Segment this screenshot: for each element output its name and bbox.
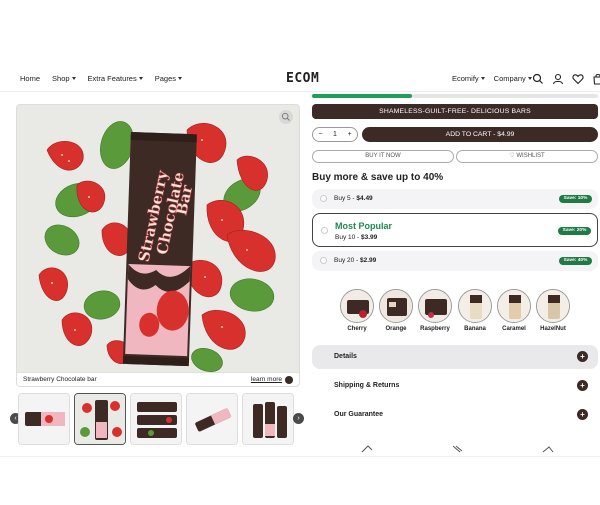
plus-icon: + (577, 409, 588, 420)
image-caption-bar: Strawberry Chocolate bar learn more (17, 372, 299, 386)
site-header: Home Shop Extra Features Pages ECOM Ecom… (0, 68, 600, 92)
secondary-nav: Ecomify Company (452, 74, 532, 83)
promo-banner: SHAMELESS-GUILT-FREE- DELICIOUS BARS (312, 104, 598, 119)
offer-buy-5[interactable]: Buy 5 - $4.49 Save: 10% (312, 189, 598, 209)
caret-down-icon (178, 77, 183, 80)
flavor-hazelnut[interactable]: HazelNut (533, 289, 573, 332)
flavor-thumbnail (418, 289, 452, 323)
caret-down-icon (138, 77, 143, 80)
quantity-stepper[interactable]: − 1 + (312, 127, 358, 142)
accordion-guarantee[interactable]: Our Guarantee + (312, 403, 598, 427)
thumbnail-5[interactable] (242, 393, 294, 445)
thumbnail-2[interactable] (74, 393, 126, 445)
thumbnail-4[interactable] (186, 393, 238, 445)
bundle-heading: Buy more & save up to 40% (312, 172, 444, 183)
flavor-thumbnail (536, 289, 570, 323)
thumbnail-strip: ‹ › (10, 393, 306, 447)
progress-bar (312, 94, 598, 98)
caret-down-icon (480, 77, 485, 80)
plus-icon: + (577, 351, 588, 362)
add-to-cart-button[interactable]: ADD TO CART - $4.99 (362, 127, 598, 142)
buy-now-button[interactable]: BUY IT NOW (312, 150, 454, 163)
image-caption: Strawberry Chocolate bar (23, 376, 97, 383)
heart-icon[interactable] (572, 72, 584, 85)
nav-home[interactable]: Home (20, 74, 40, 83)
account-icon[interactable] (552, 72, 564, 85)
offer-radio[interactable] (321, 227, 328, 234)
caret-down-icon (71, 77, 76, 80)
product-main-image[interactable]: Strawberry Chocolate Bar Strawberry Choc… (16, 104, 300, 387)
nav-company[interactable]: Company (494, 74, 532, 83)
offer-label: Buy 20 - $2.99 (334, 257, 377, 264)
badge-icon (361, 445, 373, 453)
plus-icon: + (577, 380, 588, 391)
arrow-right-icon (285, 375, 293, 384)
save-badge: Save: 40% (559, 257, 592, 265)
offer-buy-20[interactable]: Buy 20 - $2.99 Save: 40% (312, 251, 598, 271)
search-icon[interactable] (532, 72, 544, 84)
quantity-decrease-button[interactable]: − (318, 131, 322, 138)
next-arrow-icon[interactable]: › (293, 413, 304, 424)
offer-label: Buy 10 - $3.99 (335, 234, 378, 241)
quantity-value[interactable]: 1 (333, 131, 337, 138)
badge-icon (452, 445, 463, 453)
save-badge: Save: 20% (558, 227, 591, 235)
flavor-banana[interactable]: Banana (455, 289, 495, 332)
most-popular-label: Most Popular (335, 221, 393, 231)
main-nav: Home Shop Extra Features Pages (20, 74, 183, 83)
offer-radio[interactable] (320, 195, 327, 202)
progress-fill (312, 94, 413, 98)
learn-more-link[interactable]: learn more (251, 375, 293, 384)
zoom-icon[interactable] (279, 110, 293, 124)
nav-shop[interactable]: Shop (52, 74, 76, 83)
flavor-thumbnail (458, 289, 492, 323)
badge-icon (542, 446, 554, 453)
offer-buy-10[interactable]: Most Popular Buy 10 - $3.99 Save: 20% (312, 213, 598, 247)
wishlist-button[interactable]: ♡ WISHLIST (456, 150, 598, 163)
product-photo: Strawberry Chocolate Bar (38, 121, 276, 372)
accordion-shipping-returns[interactable]: Shipping & Returns + (312, 374, 598, 398)
nav-ecomify[interactable]: Ecomify (452, 74, 485, 83)
thumbnail-1[interactable] (18, 393, 70, 445)
flavor-thumbnail (340, 289, 374, 323)
nav-extra-features[interactable]: Extra Features (88, 74, 143, 83)
flavor-caramel[interactable]: Caramel (494, 289, 534, 332)
offer-label: Buy 5 - $4.49 (334, 195, 373, 202)
header-icons: 1 (532, 72, 600, 85)
flavor-thumbnail (497, 289, 531, 323)
accordion-details[interactable]: Details + (312, 345, 598, 369)
site-logo[interactable]: ECOM (286, 71, 319, 87)
nav-pages[interactable]: Pages (155, 74, 183, 83)
cart-icon[interactable]: 1 (592, 72, 600, 85)
flavor-cherry[interactable]: Cherry (337, 289, 377, 332)
quantity-increase-button[interactable]: + (348, 131, 352, 138)
heart-icon: ♡ (509, 153, 515, 159)
flavor-orange[interactable]: Orange (376, 289, 416, 332)
flavor-raspberry[interactable]: Raspberry (415, 289, 455, 332)
thumbnail-3[interactable] (130, 393, 182, 445)
offer-radio[interactable] (320, 257, 327, 264)
divider (0, 456, 600, 457)
save-badge: Save: 10% (559, 195, 592, 203)
flavor-thumbnail (379, 289, 413, 323)
